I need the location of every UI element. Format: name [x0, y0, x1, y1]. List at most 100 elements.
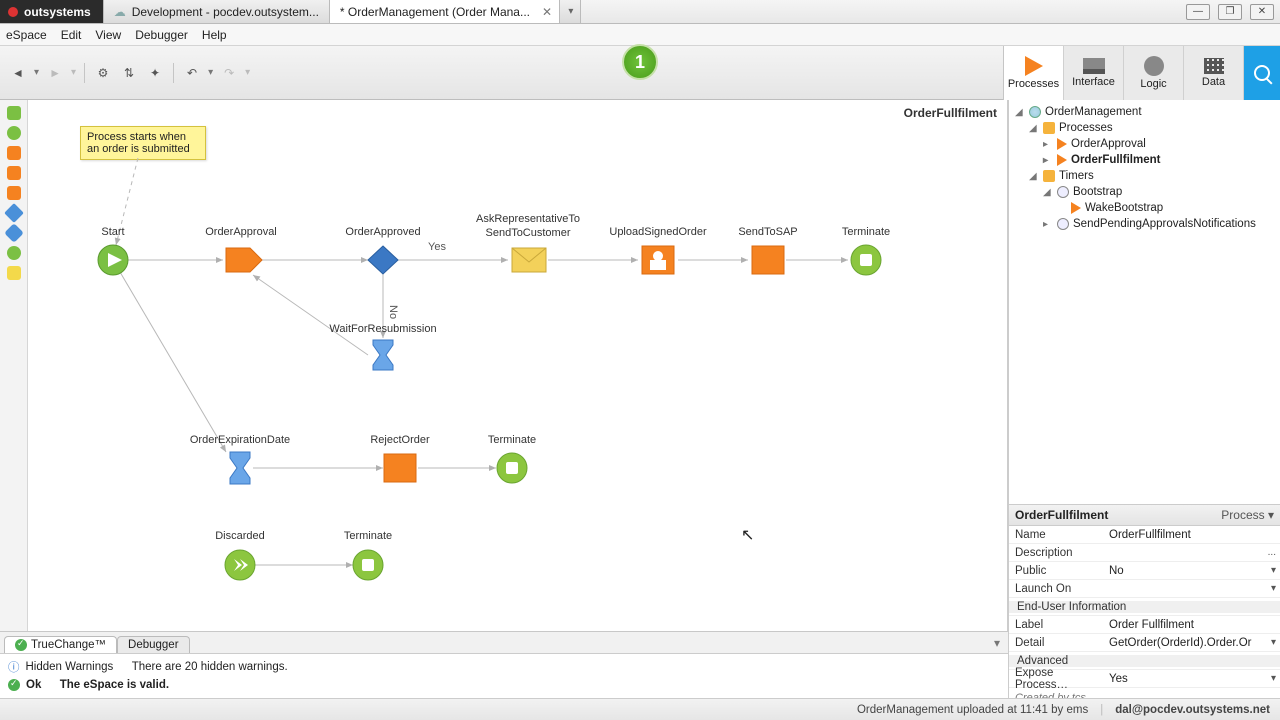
nav-back-button[interactable]: ◄ [8, 63, 28, 83]
tool-activity-icon[interactable] [7, 166, 21, 180]
menu-edit[interactable]: Edit [61, 28, 82, 42]
nav-forward-button[interactable]: ► [45, 63, 65, 83]
tool-conditional-start-icon[interactable] [7, 126, 21, 140]
tool-start-icon[interactable] [7, 106, 21, 120]
tab-logic[interactable]: Logic [1124, 46, 1184, 100]
tool-comment-icon[interactable] [7, 266, 21, 280]
toolbar: ◄▾ ►▾ ⚙ ⇅ ✦ ↶▾ ↷▾ 1 Processes Interface … [0, 46, 1280, 100]
tree-row[interactable]: ◢Timers [1015, 168, 1274, 184]
tab-ordermanagement[interactable]: * OrderManagement (Order Mana... ✕ [330, 0, 560, 23]
gear-icon[interactable]: ⚙ [93, 63, 113, 83]
chevron-down-icon[interactable]: ▾ [1271, 565, 1276, 576]
tool-human-icon[interactable] [7, 146, 21, 160]
node-label: Terminate [842, 226, 890, 238]
tool-decision-icon[interactable] [4, 223, 24, 243]
chevron-down-icon[interactable]: ▾ [1271, 673, 1276, 684]
close-tab-icon[interactable]: ✕ [542, 5, 552, 19]
node-label: AskRepresentativeTo [476, 213, 580, 225]
tab-processes[interactable]: Processes [1004, 46, 1064, 100]
prop-row[interactable]: Expose Process…Yes▾ [1009, 670, 1280, 688]
prop-title: OrderFullfilment [1015, 508, 1108, 522]
process-canvas[interactable]: OrderFullfilment Process starts when an … [28, 100, 1008, 720]
tab-interface[interactable]: Interface [1064, 46, 1124, 100]
search-icon [1254, 65, 1270, 81]
element-tree[interactable]: ◢OrderManagement ◢Processes ▸OrderApprov… [1009, 100, 1280, 504]
publish-badge[interactable]: 1 [622, 44, 658, 80]
menu-help[interactable]: Help [202, 28, 227, 42]
clock-icon [1057, 186, 1069, 198]
edge-no: No [387, 305, 399, 319]
folder-icon [1043, 122, 1055, 134]
close-button[interactable]: ✕ [1250, 4, 1274, 20]
tree-row[interactable]: ▸SendPendingApprovalsNotifications [1015, 216, 1274, 232]
prop-kind-dropdown[interactable]: Process ▾ [1221, 508, 1274, 522]
tab-label: Processes [1008, 78, 1059, 90]
tree-row[interactable]: ▸OrderApproval [1015, 136, 1274, 152]
tab-label: * OrderManagement (Order Mana... [340, 5, 530, 19]
right-panel: ◢OrderManagement ◢Processes ▸OrderApprov… [1008, 100, 1280, 720]
tree-label: Processes [1059, 122, 1113, 134]
menu-espace[interactable]: eSpace [6, 28, 47, 42]
prop-row[interactable]: Launch On▾ [1009, 580, 1280, 598]
folder-icon [1043, 170, 1055, 182]
tree-label: SendPendingApprovalsNotifications [1073, 218, 1256, 230]
tool-wait-icon[interactable] [4, 203, 24, 223]
tree-row[interactable]: ◢Bootstrap [1015, 184, 1274, 200]
prop-row[interactable]: DetailGetOrder(OrderId).Order.Or▾ [1009, 634, 1280, 652]
tab-data[interactable]: Data [1184, 46, 1244, 100]
message-row[interactable]: ⓘHidden Warnings There are 20 hidden war… [8, 658, 1000, 676]
ellipsis-icon[interactable]: ... [1268, 547, 1276, 558]
clock-icon [1057, 218, 1069, 230]
tree-row[interactable]: WakeBootstrap [1015, 200, 1274, 216]
tree-label: OrderManagement [1045, 106, 1142, 118]
tab-debugger[interactable]: Debugger [117, 636, 190, 653]
bottom-tabs: TrueChange™ Debugger ▾ [0, 632, 1008, 654]
prop-row[interactable]: Description... [1009, 544, 1280, 562]
tab-label: Interface [1072, 76, 1115, 88]
tree-row[interactable]: ◢Processes [1015, 120, 1274, 136]
menu-bar: eSpace Edit View Debugger Help [0, 24, 1280, 46]
prop-row[interactable]: LabelOrder Fullfilment [1009, 616, 1280, 634]
info-icon: ⓘ [8, 659, 20, 675]
node-label: OrderApproved [345, 226, 420, 238]
chevron-down-icon[interactable]: ▾ [994, 636, 1000, 650]
tree-label: OrderFullfilment [1071, 154, 1160, 166]
messages: ⓘHidden Warnings There are 20 hidden war… [0, 654, 1008, 698]
tool-end-icon[interactable] [7, 246, 21, 260]
tab-truechange[interactable]: TrueChange™ [4, 636, 117, 653]
node-label: Discarded [215, 530, 265, 542]
menu-view[interactable]: View [95, 28, 121, 42]
maximize-button[interactable]: ❐ [1218, 4, 1242, 20]
prop-value: Order Fullfilment [1109, 619, 1194, 631]
tab-outsystems[interactable]: outsystems [0, 0, 104, 23]
redo-button[interactable]: ↷ [219, 63, 239, 83]
cloud-icon: ☁ [114, 5, 126, 19]
merge-icon[interactable]: ⇅ [119, 63, 139, 83]
prop-row[interactable]: PublicNo▾ [1009, 562, 1280, 580]
compare-icon[interactable]: ✦ [145, 63, 165, 83]
tab-development[interactable]: ☁ Development - pocdev.outsystem... [104, 0, 330, 23]
chevron-down-icon[interactable]: ▾ [1271, 637, 1276, 648]
node-label: Start [101, 226, 124, 238]
module-tabs: Processes Interface Logic Data [1003, 46, 1280, 100]
prop-section: End-User Information [1009, 598, 1280, 616]
menu-debugger[interactable]: Debugger [135, 28, 188, 42]
tool-email-icon[interactable] [7, 186, 21, 200]
chevron-down-icon[interactable]: ▾ [1271, 583, 1276, 594]
properties-panel: NameOrderFullfilment Description... Publ… [1009, 526, 1280, 688]
node-label: RejectOrder [370, 434, 430, 446]
prop-value: GetOrder(OrderId).Order.Or [1109, 637, 1252, 649]
tree-row[interactable]: ◢OrderManagement [1015, 104, 1274, 120]
node-label: UploadSignedOrder [609, 226, 707, 238]
tree-row-selected[interactable]: ▸OrderFullfilment [1015, 152, 1274, 168]
node-label: WaitForResubmission [329, 323, 436, 335]
undo-button[interactable]: ↶ [182, 63, 202, 83]
check-icon [8, 679, 20, 691]
main-area: OrderFullfilment Process starts when an … [0, 100, 1280, 720]
minimize-button[interactable]: — [1186, 4, 1210, 20]
search-button[interactable] [1244, 46, 1280, 100]
tab-dropdown[interactable]: ▾ [560, 0, 581, 23]
prop-row[interactable]: NameOrderFullfilment [1009, 526, 1280, 544]
message-row[interactable]: Ok The eSpace is valid. [8, 676, 1000, 694]
node-label: Terminate [344, 530, 392, 542]
